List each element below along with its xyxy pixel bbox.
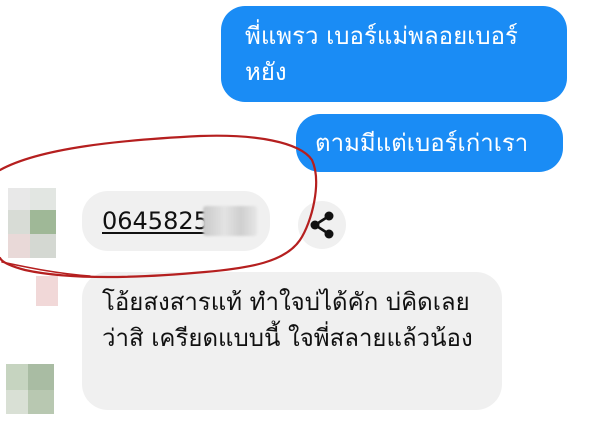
avatar-pixel — [36, 276, 58, 306]
phone-number-link[interactable]: 0645825 — [102, 207, 209, 235]
incoming-message-bubble[interactable]: โอ้ยสงสารแท้ ทำใจบ่ได้คัก บ่คิดเลย ว่าสิ… — [82, 272, 502, 410]
share-icon — [310, 211, 334, 239]
avatar-pixel — [6, 390, 28, 414]
avatar-pixel — [30, 210, 56, 234]
avatar-pixel — [8, 210, 30, 234]
avatar-pixel — [28, 364, 54, 390]
avatar-pixel — [8, 188, 30, 210]
censor-blur — [203, 206, 257, 236]
message-text: ตามมีแต่เบอร์เก่าเรา — [315, 129, 529, 157]
avatar-pixel — [28, 390, 54, 414]
avatar-pixel — [6, 364, 28, 390]
avatar-pixel — [30, 188, 56, 210]
avatar-pixel — [30, 234, 56, 258]
share-button[interactable] — [298, 201, 346, 249]
outgoing-message-bubble[interactable]: พี่แพรว เบอร์แม่พลอยเบอร์หยัง — [221, 6, 567, 102]
outgoing-message-bubble[interactable]: ตามมีแต่เบอร์เก่าเรา — [296, 114, 563, 172]
message-text: โอ้ยสงสารแท้ ทำใจบ่ได้คัก บ่คิดเลย ว่าสิ… — [102, 288, 473, 352]
message-text: พี่แพรว เบอร์แม่พลอยเบอร์หยัง — [245, 22, 518, 86]
avatar-pixel — [8, 234, 30, 258]
